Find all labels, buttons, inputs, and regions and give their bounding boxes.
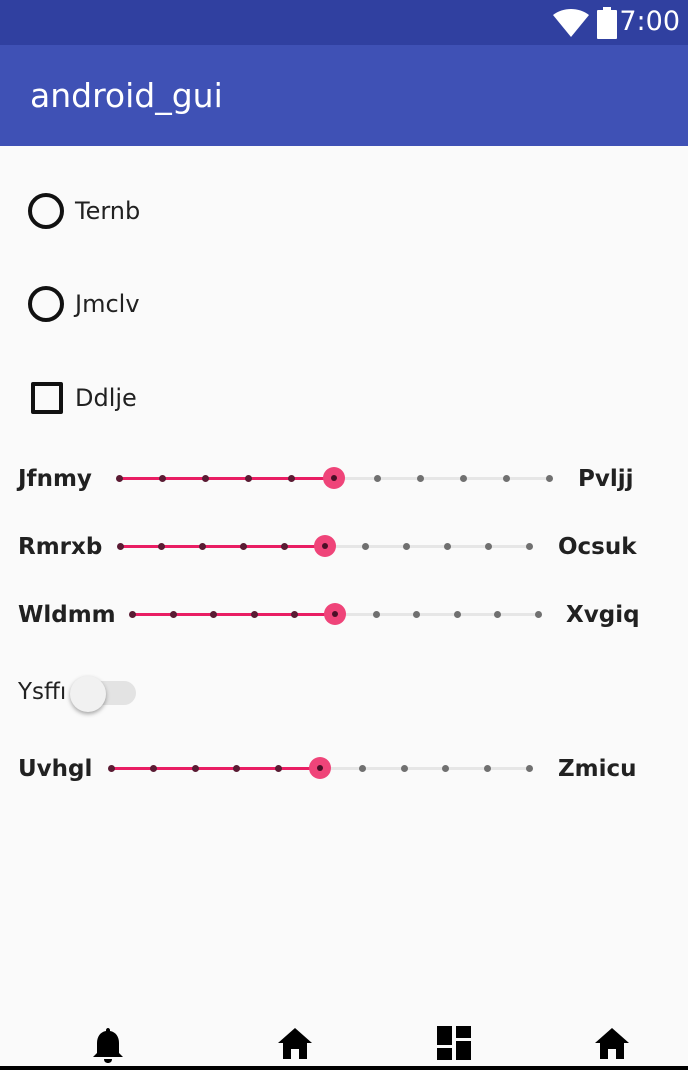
switch-row: Ysffı (0, 672, 688, 712)
seekbar-progress (119, 477, 334, 480)
seekbar-tick (362, 543, 370, 550)
seekbar-progress (120, 545, 325, 548)
home-icon[interactable] (277, 1026, 313, 1060)
radio-option-jmclv[interactable]: Jmclv (28, 284, 140, 324)
seekbar-tick (372, 611, 380, 618)
seekbar-thumb[interactable] (324, 603, 346, 625)
seekbar-tick (108, 765, 115, 772)
dashboard-icon[interactable] (437, 1026, 471, 1060)
radio-label: Jmclv (75, 290, 140, 318)
seekbar-tick (444, 543, 452, 550)
seekbar-tick (117, 543, 124, 550)
seekbar-tick (442, 765, 450, 772)
slider-left-label: Jfnmy (18, 466, 92, 492)
seekbar-tick (210, 611, 218, 618)
seekbar-tick (417, 475, 424, 482)
seekbar-tick (280, 543, 288, 550)
battery-icon (597, 7, 617, 39)
radio-label: Ternb (75, 197, 141, 225)
slider-row: Uvhgl Zmicu (0, 748, 688, 788)
seekbar-tick (116, 475, 123, 482)
seekbar-tick (250, 611, 258, 618)
seekbar-thumb[interactable] (323, 467, 345, 489)
slider-right-label: Ocsuk (558, 534, 637, 560)
seekbar-progress (132, 613, 335, 616)
bottom-navigation (0, 1018, 688, 1070)
seekbar[interactable] (117, 526, 533, 566)
seekbar-tick (453, 611, 461, 618)
seekbar-tick (413, 611, 421, 618)
seekbar-thumb[interactable] (313, 535, 336, 557)
slider-right-label: Xvgiq (566, 602, 640, 628)
seekbar-tick (546, 475, 553, 482)
seekbar-tick (494, 611, 502, 618)
seekbar-tick (157, 543, 165, 550)
seekbar-tick (233, 765, 241, 772)
app-bar: android_gui (0, 45, 688, 146)
switch-label: Ysffı (18, 679, 67, 705)
bell-icon[interactable] (92, 1026, 124, 1064)
seekbar-tick (358, 765, 366, 772)
seekbar-tick (400, 765, 408, 772)
radio-button-icon[interactable] (28, 193, 64, 229)
seekbar-tick (485, 543, 493, 550)
seekbar-tick (169, 611, 177, 618)
app-title: android_gui (30, 76, 223, 115)
status-time: 7:00 (619, 6, 680, 37)
seekbar-tick (526, 543, 533, 550)
seekbar-tick (484, 765, 492, 772)
slider-row: Wldmm Xvgiq (0, 594, 688, 634)
seekbar-tick (403, 543, 411, 550)
seekbar-thumb[interactable] (309, 757, 331, 779)
slider-left-label: Uvhgl (18, 756, 93, 782)
checkbox-icon[interactable] (31, 382, 63, 414)
seekbar-tick (374, 475, 381, 482)
home-icon[interactable] (594, 1026, 630, 1060)
seekbar-tick (526, 765, 533, 772)
checkbox-label: Ddlje (75, 384, 137, 412)
checkbox-option-ddlje[interactable]: Ddlje (28, 378, 137, 418)
seekbar[interactable] (129, 594, 542, 634)
wifi-icon (553, 9, 589, 37)
seekbar-tick (503, 475, 510, 482)
seekbar-tick (149, 765, 157, 772)
seekbar[interactable] (116, 458, 553, 498)
slider-right-label: Pvljj (578, 466, 634, 492)
seekbar-tick (239, 543, 247, 550)
seekbar-tick (245, 475, 252, 482)
seekbar-tick (129, 611, 136, 618)
seekbar-tick (535, 611, 542, 618)
slider-row: Rmrxb Ocsuk (0, 526, 688, 566)
seekbar-tick (275, 765, 283, 772)
radio-button-icon[interactable] (28, 286, 64, 322)
seekbar-tick (198, 543, 206, 550)
seekbar-tick (460, 475, 467, 482)
slider-row: Jfnmy Pvljj (0, 458, 688, 498)
seekbar-tick (202, 475, 209, 482)
navigation-bar-edge (0, 1066, 688, 1070)
slider-right-label: Zmicu (558, 756, 637, 782)
seekbar-tick (159, 475, 166, 482)
seekbar[interactable] (108, 748, 533, 788)
seekbar-tick (191, 765, 199, 772)
seekbar-tick (291, 611, 299, 618)
slider-left-label: Wldmm (18, 602, 116, 628)
seekbar-progress (111, 767, 320, 770)
radio-option-ternb[interactable]: Ternb (28, 191, 140, 231)
slider-left-label: Rmrxb (18, 534, 103, 560)
seekbar-tick (288, 475, 295, 482)
switch-thumb[interactable] (70, 676, 106, 712)
status-bar: 7:00 (0, 0, 688, 45)
